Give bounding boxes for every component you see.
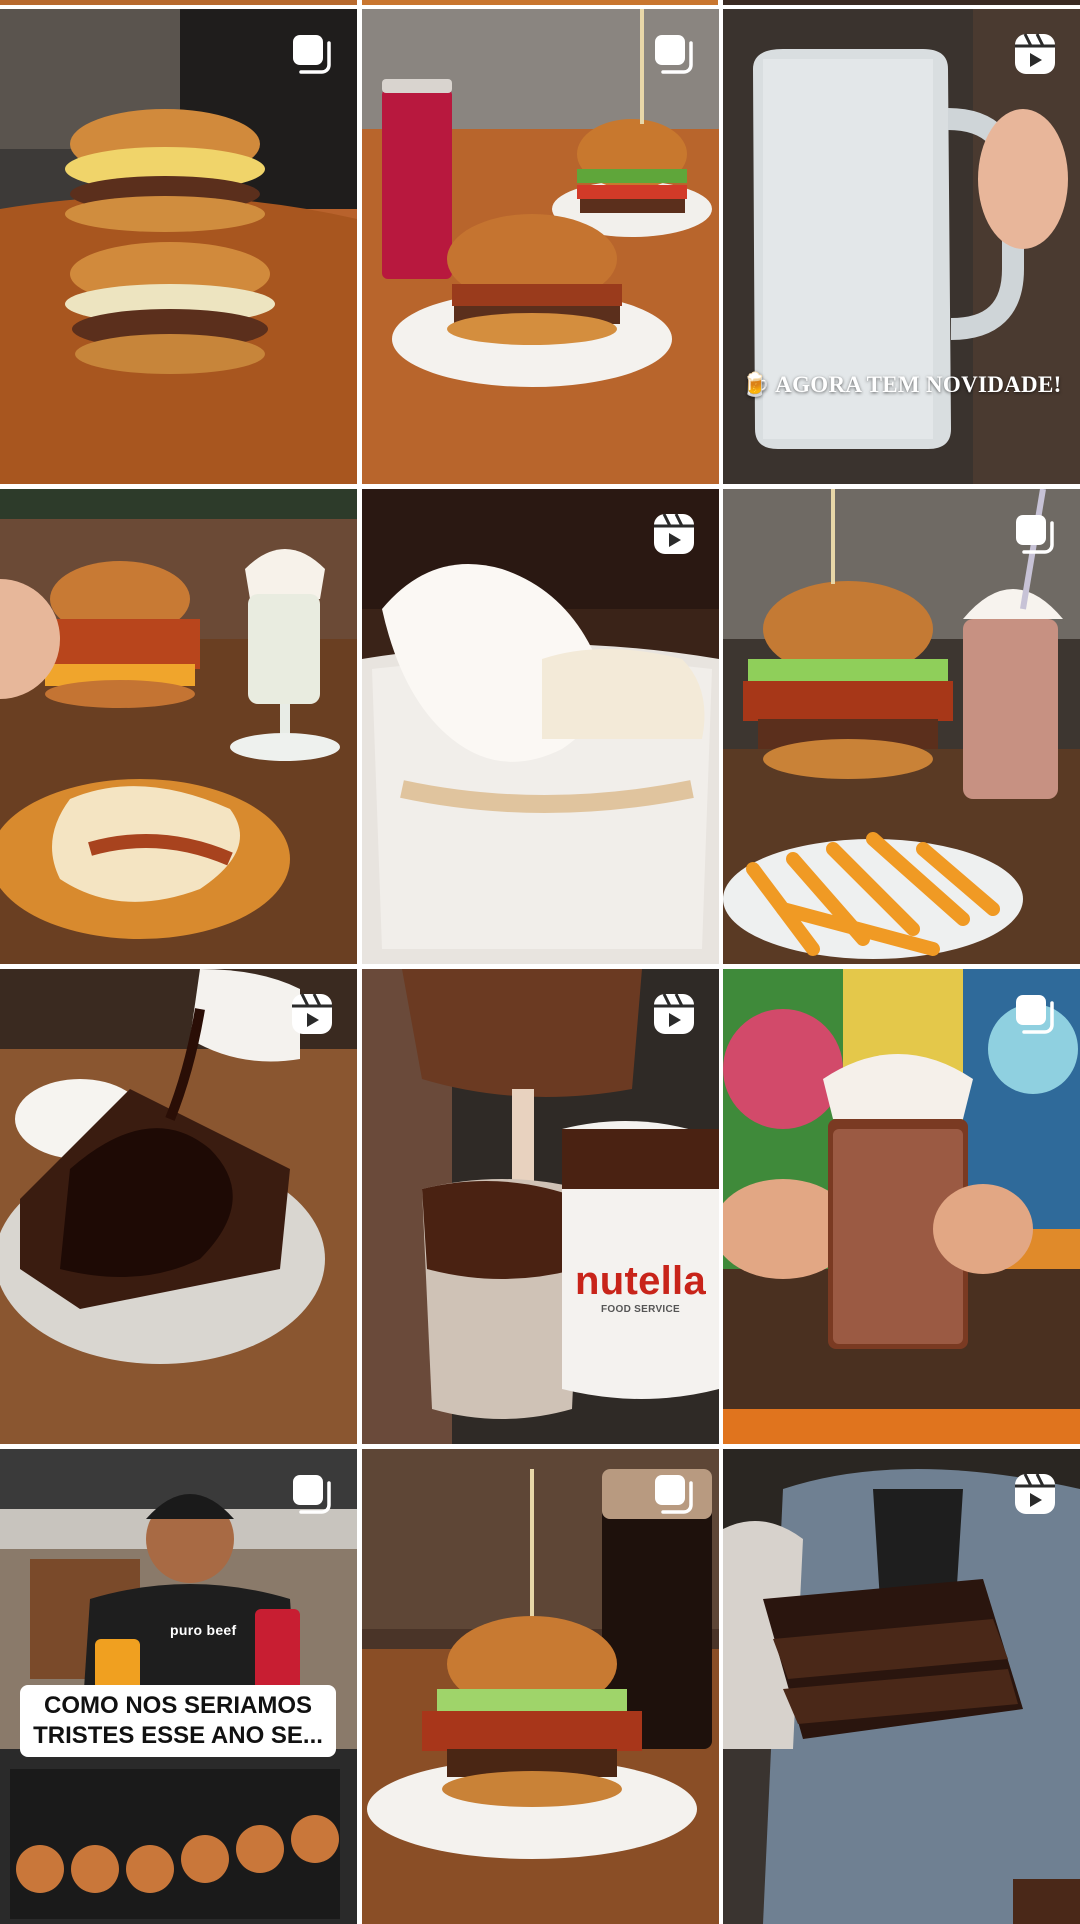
post-image-nutella-shake	[362, 969, 719, 1444]
post-tile-9[interactable]	[723, 969, 1080, 1444]
post-image-ice-cream	[362, 489, 719, 964]
post-tile-2[interactable]	[362, 9, 719, 484]
post-image-burgers-drink	[362, 9, 719, 484]
post-image-beer-mug	[723, 9, 1080, 484]
post-tile-1[interactable]	[0, 9, 357, 484]
nutella-brand-text: nutella	[574, 1259, 706, 1303]
reel-icon	[1012, 31, 1058, 77]
post-image-stacked-burgers	[0, 9, 357, 484]
post-tile-11[interactable]	[362, 1449, 719, 1924]
post-image-chocolate-cake	[0, 969, 357, 1444]
carousel-icon	[1012, 511, 1058, 557]
carousel-icon	[1012, 991, 1058, 1037]
post-tile-10[interactable]: puro beef COMO NOS SERIAMOS TRISTES ESSE…	[0, 1449, 357, 1924]
post-tile-8[interactable]: nutella FOOD SERVICE	[362, 969, 719, 1444]
post-image-chocolate-milkshake	[723, 969, 1080, 1444]
reel-icon	[651, 511, 697, 557]
post-caption-overlay: 🍺 AGORA TEM NOVIDADE!	[741, 372, 1062, 397]
carousel-icon	[289, 31, 335, 77]
post-tile-6[interactable]	[723, 489, 1080, 964]
nutella-brand-subtext: FOOD SERVICE	[601, 1304, 680, 1315]
post-image-bacon-burger-cola	[362, 1449, 719, 1924]
post-tile-4[interactable]	[0, 489, 357, 964]
reel-icon	[289, 991, 335, 1037]
carousel-icon	[289, 1471, 335, 1517]
post-tile-12[interactable]	[723, 1449, 1080, 1924]
reel-icon	[651, 991, 697, 1037]
carousel-icon	[651, 31, 697, 77]
post-image-burger-fries-shake	[0, 489, 357, 964]
post-tile-5[interactable]	[362, 489, 719, 964]
shirt-logo-text: puro beef	[170, 1622, 237, 1638]
carousel-icon	[651, 1471, 697, 1517]
top-strip	[0, 0, 1080, 9]
post-image-layered-chocolate-cake	[723, 1449, 1080, 1924]
post-tile-7[interactable]	[0, 969, 357, 1444]
post-image-bacon-burger-fries	[723, 489, 1080, 964]
post-tile-3[interactable]: 🍺 AGORA TEM NOVIDADE!	[723, 9, 1080, 484]
reel-icon	[1012, 1471, 1058, 1517]
post-caption-overlay: COMO NOS SERIAMOS TRISTES ESSE ANO SE...	[20, 1685, 336, 1757]
